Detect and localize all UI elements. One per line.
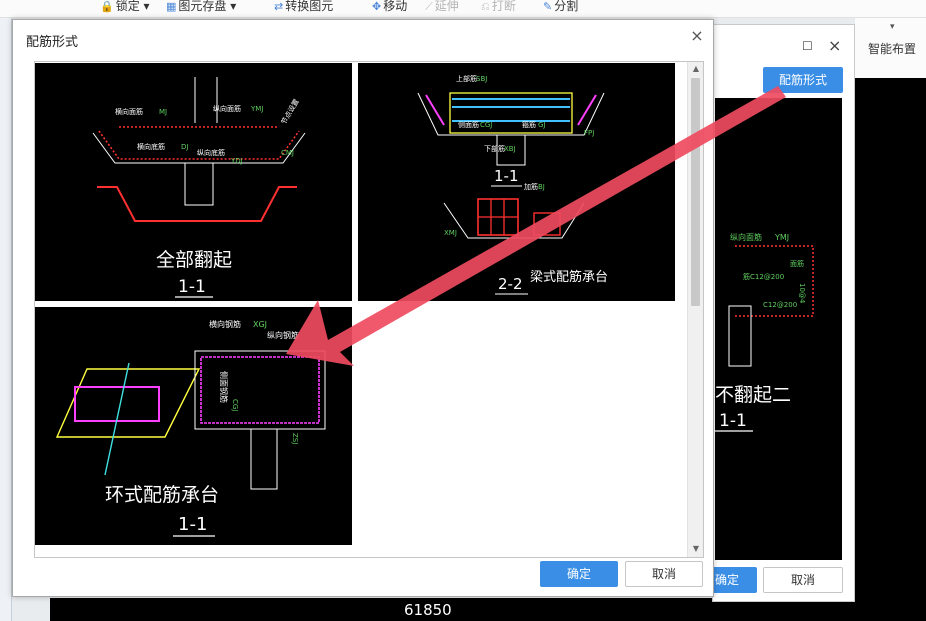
annotation-arrow [286,86,786,366]
red-arrow-icon [286,86,786,366]
